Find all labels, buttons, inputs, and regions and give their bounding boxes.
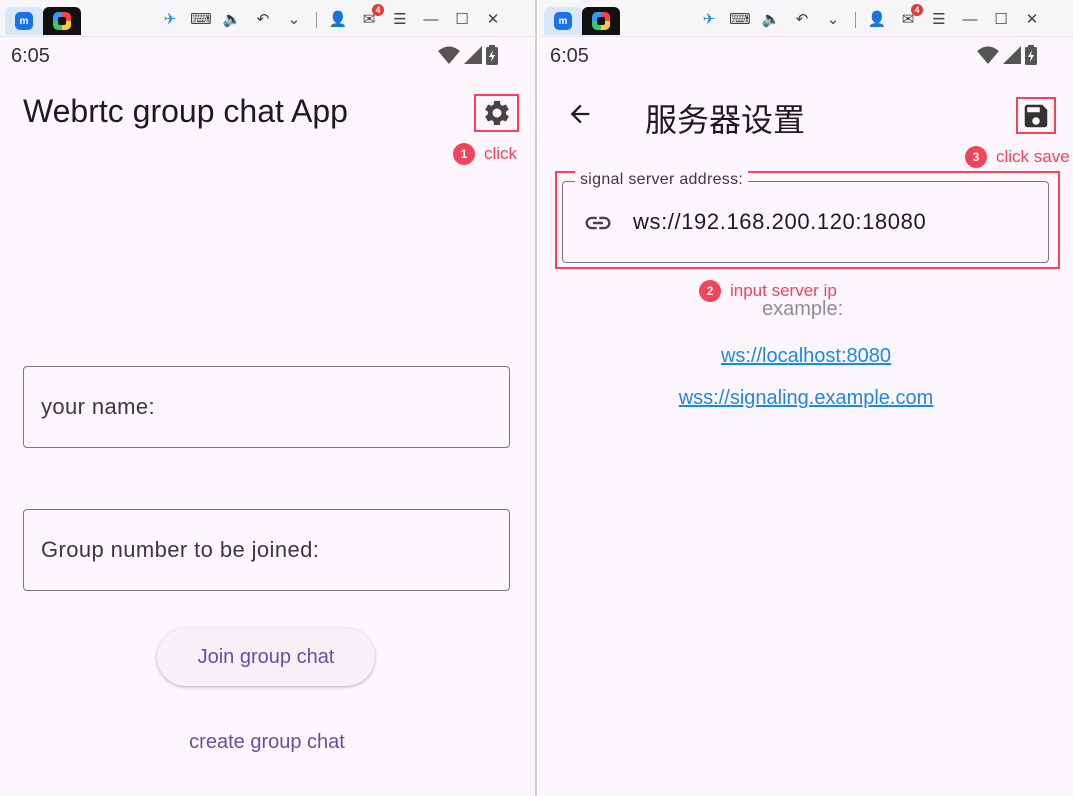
- maximize-icon[interactable]: ☐: [451, 9, 473, 31]
- name-input-label: your name:: [41, 394, 156, 419]
- window-title-bar: m ✈ ⌨ 🔈 ↶ ⌄ 👤 ✉ 4 ☰ — ☐ ✕: [0, 0, 534, 37]
- mail-icon[interactable]: ✉ 4: [358, 4, 384, 31]
- menu-icon[interactable]: ☰: [928, 9, 950, 31]
- minimize-icon[interactable]: —: [959, 9, 981, 31]
- signal-server-address-value: ws://192.168.200.120:18080: [633, 209, 927, 234]
- close-icon[interactable]: ✕: [1021, 9, 1043, 31]
- group-number-input-label: Group number to be joined:: [41, 537, 320, 562]
- keyboard-icon[interactable]: ⌨: [729, 9, 751, 31]
- app-logo-icon: m: [15, 12, 33, 30]
- volume-icon[interactable]: 🔈: [760, 9, 782, 31]
- keyboard-icon[interactable]: ⌨: [190, 9, 212, 31]
- annotation-number: 1: [453, 143, 475, 165]
- separator: [855, 12, 856, 28]
- signal-server-address-input[interactable]: signal server address: ws://192.168.200.…: [562, 171, 1049, 263]
- app-logo-icon: [592, 12, 610, 30]
- annotation-click-save: 3 click save: [965, 146, 1070, 168]
- mail-icon[interactable]: ✉ 4: [897, 4, 923, 31]
- app-tab-meet[interactable]: m: [544, 7, 582, 35]
- back-arrow-icon: [570, 104, 590, 124]
- annotation-click: 1 click: [453, 143, 517, 165]
- status-icons: [977, 45, 1037, 65]
- app-logo-icon: [53, 12, 71, 30]
- minimize-icon[interactable]: —: [420, 9, 442, 31]
- wifi-icon: [438, 46, 460, 64]
- battery-icon: [1025, 45, 1037, 65]
- example-link-signaling[interactable]: wss://signaling.example.com: [539, 387, 1073, 410]
- back-button[interactable]: [563, 97, 597, 131]
- annotation-number: 3: [965, 146, 987, 168]
- window-title-bar: m ✈ ⌨ 🔈 ↶ ⌄ 👤 ✉ 4 ☰ — ☐ ✕: [539, 0, 1073, 37]
- window-controls: ✈ ⌨ 🔈 ↶ ⌄ 👤 ✉ 4 ☰ — ☐ ✕: [159, 4, 513, 31]
- signal-server-address-label: signal server address:: [575, 171, 749, 189]
- save-button[interactable]: [1016, 97, 1056, 134]
- app-tab-webrtc[interactable]: [43, 7, 81, 35]
- pin-icon[interactable]: ✈: [698, 9, 720, 31]
- app-title: Webrtc group chat App: [23, 93, 348, 129]
- mail-badge: 4: [372, 4, 384, 16]
- annotation-text: click save: [996, 147, 1070, 166]
- separator: [316, 12, 317, 28]
- undo-icon[interactable]: ↶: [791, 9, 813, 31]
- maximize-icon[interactable]: ☐: [990, 9, 1012, 31]
- link-icon: [585, 216, 611, 230]
- mail-badge: 4: [911, 4, 923, 16]
- signal-icon: [1003, 46, 1021, 64]
- name-input[interactable]: your name:: [23, 366, 510, 448]
- annotation-number: 2: [699, 280, 721, 302]
- status-bar: 6:05: [0, 37, 534, 73]
- save-icon: [1024, 104, 1048, 127]
- settings-button[interactable]: [474, 94, 519, 132]
- status-time: 6:05: [11, 45, 50, 67]
- app-tab-webrtc[interactable]: [582, 7, 620, 35]
- app-tab-meet[interactable]: m: [5, 7, 43, 35]
- signal-icon: [464, 46, 482, 64]
- volume-icon[interactable]: 🔈: [221, 9, 243, 31]
- example-label: example:: [762, 298, 844, 320]
- battery-icon: [486, 45, 498, 65]
- menu-icon[interactable]: ☰: [389, 9, 411, 31]
- chevron-down-icon[interactable]: ⌄: [283, 9, 305, 31]
- join-group-chat-button[interactable]: Join group chat: [157, 628, 375, 686]
- status-icons: [438, 45, 498, 65]
- window-controls: ✈ ⌨ 🔈 ↶ ⌄ 👤 ✉ 4 ☰ — ☐ ✕: [698, 4, 1052, 31]
- page-title: 服务器设置: [645, 101, 806, 139]
- chevron-down-icon[interactable]: ⌄: [822, 9, 844, 31]
- left-phone-screen: m ✈ ⌨ 🔈 ↶ ⌄ 👤 ✉ 4 ☰ — ☐ ✕ 6:05 Webrtc gro…: [0, 0, 534, 796]
- app-logo-icon: m: [554, 12, 572, 30]
- annotation-text: click: [484, 144, 518, 163]
- user-icon[interactable]: 👤: [327, 9, 349, 31]
- example-link-localhost[interactable]: ws://localhost:8080: [539, 345, 1073, 368]
- create-group-chat-link[interactable]: create group chat: [0, 731, 534, 754]
- group-number-input[interactable]: Group number to be joined:: [23, 509, 510, 591]
- settings-gear-icon: [484, 100, 509, 125]
- close-icon[interactable]: ✕: [482, 9, 504, 31]
- status-time: 6:05: [550, 45, 589, 67]
- undo-icon[interactable]: ↶: [252, 9, 274, 31]
- wifi-icon: [977, 46, 999, 64]
- user-icon[interactable]: 👤: [866, 9, 888, 31]
- status-bar: 6:05: [539, 37, 1073, 73]
- pin-icon[interactable]: ✈: [159, 9, 181, 31]
